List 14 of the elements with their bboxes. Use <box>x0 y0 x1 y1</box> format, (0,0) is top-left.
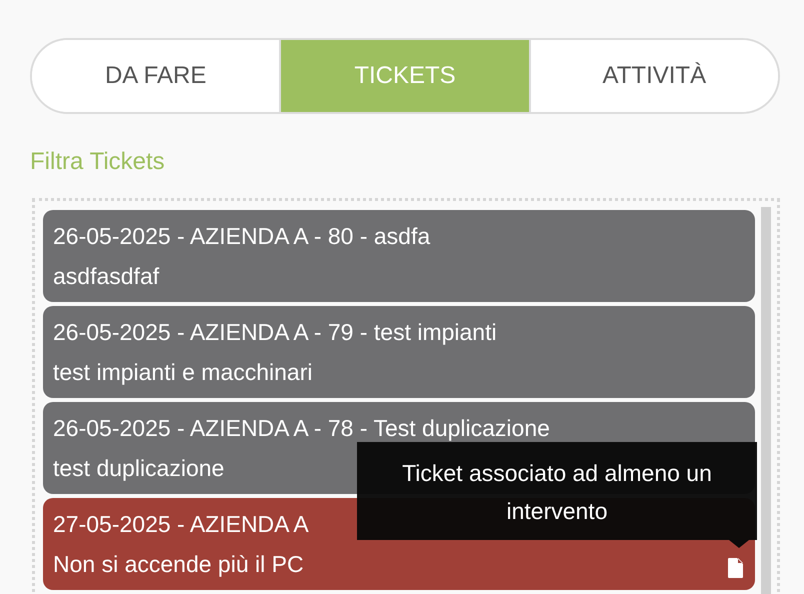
ticket-description: test impianti e macchinari <box>53 358 312 387</box>
ticket-description: test duplicazione <box>53 454 224 483</box>
scrollbar[interactable] <box>761 207 771 594</box>
ticket-card[interactable]: 26-05-2025 - AZIENDA A - 80 - asdfa asdfasdfaf <box>43 210 755 302</box>
ticket-description: Non si accende più il PC <box>53 550 304 579</box>
ticket-title: 26-05-2025 - AZIENDA A - 79 - test impianti <box>53 318 497 347</box>
ticket-title: 26-05-2025 - AZIENDA A - 78 - Test duplicazione <box>53 414 550 443</box>
ticket-title: 27-05-2025 - AZIENDA A <box>53 510 309 539</box>
document-icon[interactable] <box>728 558 743 578</box>
tooltip-arrow <box>729 540 749 548</box>
ticket-title: 26-05-2025 - AZIENDA A - 80 - asdfa <box>53 222 430 251</box>
ticket-description: asdfasdfaf <box>53 262 160 291</box>
ticket-card[interactable]: 26-05-2025 - AZIENDA A - 79 - test impianti test impianti e macchinari <box>43 306 755 398</box>
tab[interactable]: ATTIVITÀ <box>528 40 778 112</box>
